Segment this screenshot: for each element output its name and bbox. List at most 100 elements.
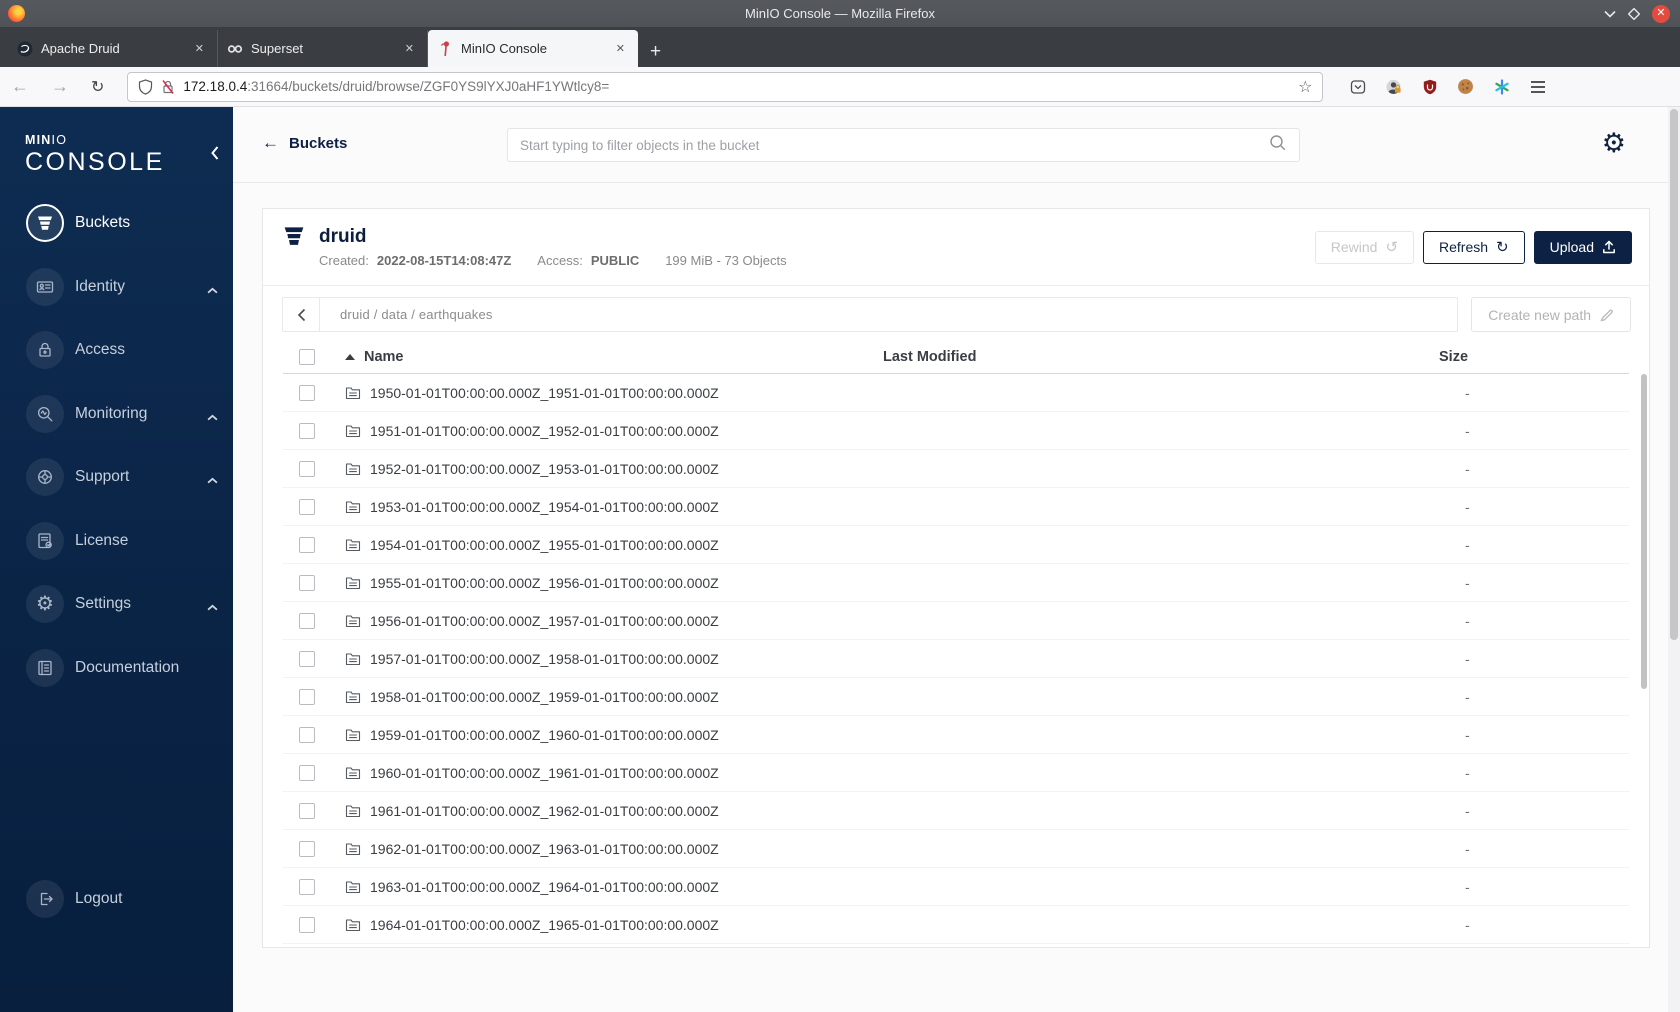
folder-icon <box>345 462 361 475</box>
tab-minio-console[interactable]: MinIO Console ✕ <box>428 30 638 67</box>
object-size: - <box>1465 688 1470 705</box>
table-row[interactable]: 1957-01-01T00:00:00.000Z_1958-01-01T00:0… <box>283 640 1629 678</box>
row-checkbox[interactable] <box>299 764 315 781</box>
minimize-icon[interactable] <box>1604 10 1616 18</box>
sidebar-collapse-icon[interactable] <box>209 145 220 166</box>
row-checkbox[interactable] <box>299 422 315 439</box>
tab-close-icon[interactable]: ✕ <box>612 40 629 57</box>
sidebar-item-identity[interactable]: Identity <box>0 267 233 306</box>
sidebar-item-access[interactable]: Access <box>0 331 233 369</box>
object-name: 1952-01-01T00:00:00.000Z_1953-01-01T00:0… <box>370 460 719 477</box>
tab-close-icon[interactable]: ✕ <box>401 40 418 57</box>
forward-icon[interactable]: → <box>40 76 80 97</box>
access-label: Access: <box>537 253 583 268</box>
bucket-icon <box>26 204 64 242</box>
table-scrollbar-thumb[interactable] <box>1641 374 1647 689</box>
tab-superset[interactable]: Superset ✕ <box>218 30 428 67</box>
row-checkbox[interactable] <box>299 916 315 933</box>
search-input[interactable] <box>520 137 1269 153</box>
select-all-checkbox[interactable] <box>299 349 315 365</box>
insecure-lock-icon[interactable] <box>161 79 175 95</box>
maximize-icon[interactable] <box>1628 7 1640 20</box>
object-size: - <box>1465 878 1470 895</box>
back-icon[interactable]: ← <box>0 76 40 97</box>
object-table: Name Last Modified Size 1950-01-01T00:00… <box>283 341 1629 944</box>
upload-button[interactable]: Upload <box>1533 230 1632 264</box>
row-checkbox[interactable] <box>299 460 315 477</box>
table-row[interactable]: 1953-01-01T00:00:00.000Z_1954-01-01T00:0… <box>283 488 1629 526</box>
row-checkbox[interactable] <box>299 612 315 629</box>
row-checkbox[interactable] <box>299 802 315 819</box>
object-name: 1955-01-01T00:00:00.000Z_1956-01-01T00:0… <box>370 574 719 591</box>
settings-gear-icon[interactable]: ⚙ <box>1602 130 1626 157</box>
sidebar-item-buckets[interactable]: Buckets <box>0 204 233 242</box>
table-row[interactable]: 1955-01-01T00:00:00.000Z_1956-01-01T00:0… <box>283 564 1629 602</box>
sidebar-item-support[interactable]: Support <box>0 458 233 496</box>
back-to-buckets-link[interactable]: ← Buckets <box>262 133 347 153</box>
tab-close-icon[interactable]: ✕ <box>191 40 208 57</box>
create-new-path-button[interactable]: Create new path <box>1471 297 1631 332</box>
object-size: - <box>1465 460 1470 477</box>
rewind-button[interactable]: Rewind ↺ <box>1314 230 1415 264</box>
table-row[interactable]: 1951-01-01T00:00:00.000Z_1952-01-01T00:0… <box>283 412 1629 450</box>
row-checkbox[interactable] <box>299 840 315 857</box>
row-checkbox[interactable] <box>299 384 315 401</box>
tracking-shield-icon[interactable] <box>138 78 153 95</box>
row-checkbox[interactable] <box>299 878 315 895</box>
refresh-button[interactable]: Refresh ↻ <box>1423 230 1525 264</box>
page-scrollbar-track[interactable] <box>1668 107 1680 1012</box>
documentation-book-icon <box>26 648 64 687</box>
back-link-label: Buckets <box>289 134 348 152</box>
access-value: PUBLIC <box>590 253 640 268</box>
folder-icon <box>345 690 361 703</box>
table-row[interactable]: 1954-01-01T00:00:00.000Z_1955-01-01T00:0… <box>283 526 1629 564</box>
row-checkbox[interactable] <box>299 726 315 743</box>
object-size: - <box>1465 574 1470 591</box>
menu-hamburger-icon[interactable] <box>1529 78 1546 95</box>
pencil-icon <box>1600 309 1613 321</box>
folder-icon <box>345 652 361 665</box>
sidebar-item-license[interactable]: License <box>0 521 233 560</box>
table-row[interactable]: 1962-01-01T00:00:00.000Z_1963-01-01T00:0… <box>283 830 1629 868</box>
sidebar-item-settings[interactable]: ⚙ Settings <box>0 585 233 623</box>
close-icon[interactable]: ✕ <box>1652 4 1670 23</box>
row-checkbox[interactable] <box>299 574 315 591</box>
sidebar-item-monitoring[interactable]: Monitoring <box>0 394 233 433</box>
pocket-icon[interactable] <box>1349 78 1366 95</box>
cookie-icon[interactable] <box>1457 78 1474 95</box>
account-container-icon[interactable] <box>1385 78 1402 95</box>
url-bar[interactable]: 172.18.0.4:31664/buckets/druid/browse/ZG… <box>127 71 1324 102</box>
breadcrumb[interactable]: druid / data / earthquakes <box>320 307 493 322</box>
table-row[interactable]: 1963-01-01T00:00:00.000Z_1964-01-01T00:0… <box>283 868 1629 906</box>
name-column-header[interactable]: Name <box>333 349 883 365</box>
path-back-chevron-icon[interactable] <box>283 298 320 331</box>
multicolor-asterisk-extension-icon[interactable] <box>1493 78 1510 95</box>
tab-apache-druid[interactable]: Apache Druid ✕ <box>8 30 218 67</box>
row-checkbox[interactable] <box>299 650 315 667</box>
chevron-up-icon <box>207 408 218 426</box>
object-size: - <box>1465 384 1470 401</box>
new-tab-button[interactable]: + <box>638 41 673 67</box>
ublock-icon[interactable] <box>1421 78 1438 95</box>
table-row[interactable]: 1960-01-01T00:00:00.000Z_1961-01-01T00:0… <box>283 754 1629 792</box>
reload-icon[interactable]: ↻ <box>80 77 115 97</box>
row-checkbox[interactable] <box>299 498 315 515</box>
sidebar-item-logout[interactable]: Logout <box>0 880 233 918</box>
row-checkbox[interactable] <box>299 536 315 553</box>
bookmark-star-icon[interactable]: ☆ <box>1298 77 1312 97</box>
page-scrollbar-thumb[interactable] <box>1670 109 1678 640</box>
table-row[interactable]: 1964-01-01T00:00:00.000Z_1965-01-01T00:0… <box>283 906 1629 944</box>
table-row[interactable]: 1956-01-01T00:00:00.000Z_1957-01-01T00:0… <box>283 602 1629 640</box>
table-row[interactable]: 1961-01-01T00:00:00.000Z_1962-01-01T00:0… <box>283 792 1629 830</box>
object-name: 1958-01-01T00:00:00.000Z_1959-01-01T00:0… <box>370 688 719 705</box>
object-size: - <box>1465 840 1470 857</box>
table-row[interactable]: 1950-01-01T00:00:00.000Z_1951-01-01T00:0… <box>283 374 1629 412</box>
row-checkbox[interactable] <box>299 688 315 705</box>
table-row[interactable]: 1952-01-01T00:00:00.000Z_1953-01-01T00:0… <box>283 450 1629 488</box>
table-row[interactable]: 1958-01-01T00:00:00.000Z_1959-01-01T00:0… <box>283 678 1629 716</box>
sidebar-item-documentation[interactable]: Documentation <box>0 648 233 687</box>
chevron-up-icon <box>207 598 218 616</box>
bucket-browser-card: druid Created: 2022-08-15T14:08:47Z Acce… <box>262 208 1650 948</box>
table-row[interactable]: 1959-01-01T00:00:00.000Z_1960-01-01T00:0… <box>283 716 1629 754</box>
rewind-icon: ↺ <box>1385 238 1399 256</box>
